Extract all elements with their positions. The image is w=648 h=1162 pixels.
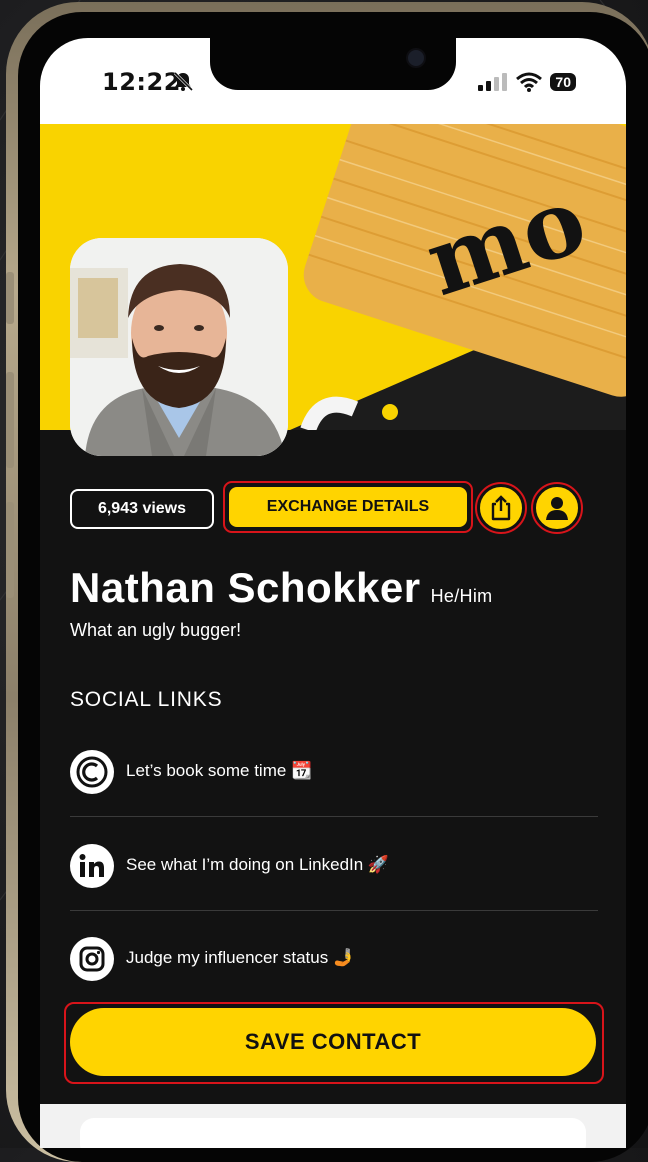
profile-actions: 6,943 views EXCHANGE DETAILS <box>70 481 590 541</box>
wifi-icon <box>516 72 543 92</box>
views-counter: 6,943 views <box>70 489 214 529</box>
status-bar: 12:22 70 <box>40 38 626 124</box>
phone-screen: 12:22 70 mo 6,943 views EXCHANGE DETAILS… <box>40 38 626 1148</box>
profile-name: Nathan Schokker He/Him <box>70 564 492 612</box>
social-link-label: Let’s book some time 📆 <box>126 761 313 780</box>
silent-bell-icon <box>173 71 194 92</box>
notch <box>210 38 456 90</box>
social-link-linkedin[interactable]: See what I’m doing on LinkedIn 🚀 <box>70 836 598 896</box>
share-button[interactable] <box>478 485 524 531</box>
add-contact-button[interactable] <box>534 485 580 531</box>
linkedin-icon <box>70 844 114 888</box>
front-camera <box>406 48 426 68</box>
profile-photo <box>70 238 288 456</box>
side-button <box>6 372 14 468</box>
social-link-instagram[interactable]: Judge my influencer status 🤳 <box>70 929 598 989</box>
pronouns: He/Him <box>430 586 493 606</box>
browser-address-pill[interactable] <box>80 1118 586 1148</box>
social-link-calendly[interactable]: Let’s book some time 📆 <box>70 742 598 802</box>
divider <box>70 910 598 911</box>
profile-name-text: Nathan Schokker <box>70 564 421 611</box>
share-icon <box>491 495 511 521</box>
instagram-icon <box>70 937 114 981</box>
save-contact-button[interactable]: SAVE CONTACT <box>70 1008 596 1076</box>
profile-bio: What an ugly bugger! <box>70 620 242 640</box>
social-link-label: See what I’m doing on LinkedIn 🚀 <box>126 855 390 874</box>
exchange-details-button[interactable]: EXCHANGE DETAILS <box>229 487 467 527</box>
side-button <box>6 272 14 324</box>
calendly-icon <box>70 750 114 794</box>
status-time: 12:22 <box>102 68 181 96</box>
user-icon <box>546 497 568 520</box>
browser-bottom-bar <box>40 1104 626 1148</box>
divider <box>70 816 598 817</box>
battery-indicator: 70 <box>550 73 576 91</box>
signal-icon <box>478 73 508 91</box>
side-button <box>6 502 14 598</box>
social-links-title: SOCIAL LINKS <box>70 688 223 711</box>
social-link-label: Judge my influencer status 🤳 <box>126 948 355 967</box>
